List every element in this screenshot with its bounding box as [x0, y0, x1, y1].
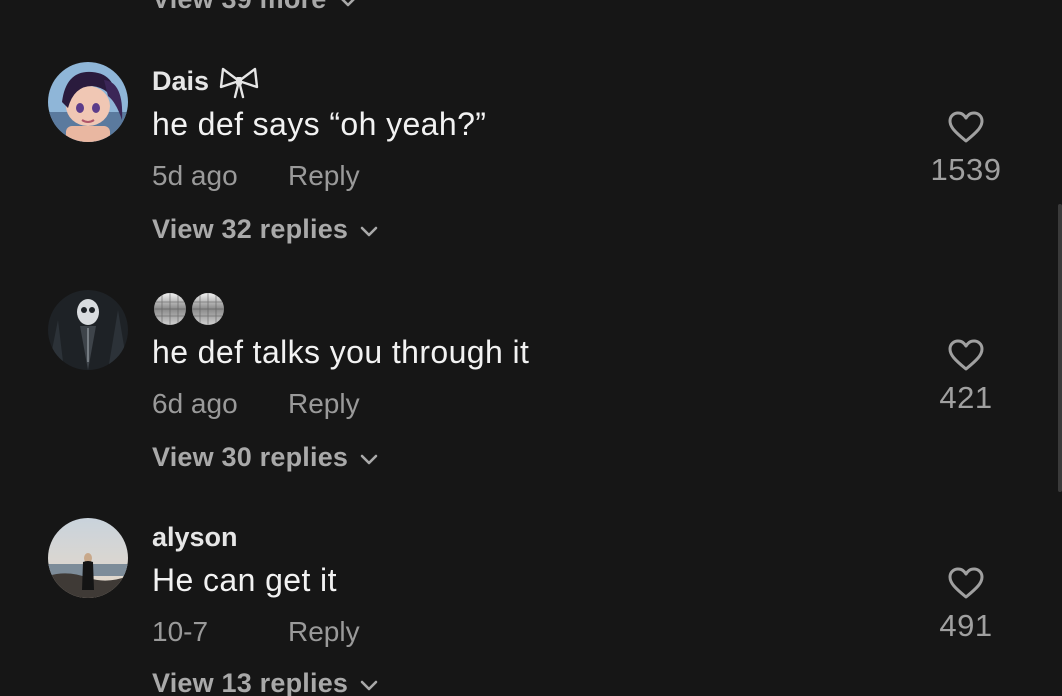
avatar[interactable] — [48, 518, 128, 598]
comment-item: alyson He can get it 10-7 Reply 491 — [0, 518, 1062, 668]
heart-outline-icon — [947, 110, 985, 144]
view-replies-button[interactable]: View 30 replies — [152, 442, 378, 473]
like-button[interactable]: 421 — [920, 338, 1012, 416]
avatar[interactable] — [48, 290, 128, 370]
comment-username[interactable] — [152, 292, 234, 326]
comment-item: Dais he def says “oh yeah?” 5d ago Reply… — [0, 62, 1062, 212]
comment-text: he def says “oh yeah?” — [152, 106, 487, 142]
disco-ball-emoji-icon — [152, 291, 226, 327]
like-count: 491 — [939, 608, 993, 643]
like-button[interactable]: 491 — [920, 566, 1012, 644]
username-text: alyson — [152, 521, 238, 552]
comment-meta: 5d ago Reply — [152, 160, 360, 192]
comment-username[interactable]: alyson — [152, 520, 238, 554]
comment-item: he def talks you through it 6d ago Reply… — [0, 290, 1062, 440]
comment-text: he def talks you through it — [152, 334, 530, 370]
like-button[interactable]: 1539 — [920, 110, 1012, 188]
username-text: Dais — [152, 65, 210, 96]
bow-emoji-icon — [217, 63, 261, 99]
view-replies-label: View 32 replies — [152, 214, 349, 244]
comment-meta: 6d ago Reply — [152, 388, 360, 420]
comment-text: He can get it — [152, 562, 337, 598]
chevron-down-icon — [360, 680, 378, 692]
heart-outline-icon — [947, 566, 985, 600]
view-replies-label: View 13 replies — [152, 668, 349, 696]
comment-timestamp: 6d ago — [152, 388, 238, 419]
comment-timestamp: 5d ago — [152, 160, 238, 191]
comment-timestamp: 10-7 — [152, 616, 209, 647]
like-count: 1539 — [930, 152, 1002, 187]
like-count: 421 — [939, 380, 993, 415]
chevron-down-icon — [360, 226, 378, 238]
chevron-down-icon — [339, 0, 357, 8]
comments-panel: View 39 more Dais — [0, 0, 1062, 696]
chevron-down-icon — [360, 454, 378, 466]
avatar[interactable] — [48, 62, 128, 142]
view-more-label: View 39 more — [152, 0, 327, 15]
view-replies-label: View 30 replies — [152, 442, 349, 472]
scrollbar[interactable] — [1058, 204, 1062, 492]
comment-username[interactable]: Dais — [152, 63, 261, 99]
heart-outline-icon — [947, 338, 985, 372]
reply-button[interactable]: Reply — [288, 160, 360, 192]
view-more-comments-button[interactable]: View 39 more — [152, 0, 357, 15]
reply-button[interactable]: Reply — [288, 388, 360, 420]
view-replies-button[interactable]: View 13 replies — [152, 668, 378, 696]
reply-button[interactable]: Reply — [288, 616, 360, 648]
view-replies-button[interactable]: View 32 replies — [152, 214, 378, 245]
comment-meta: 10-7 Reply — [152, 616, 360, 648]
